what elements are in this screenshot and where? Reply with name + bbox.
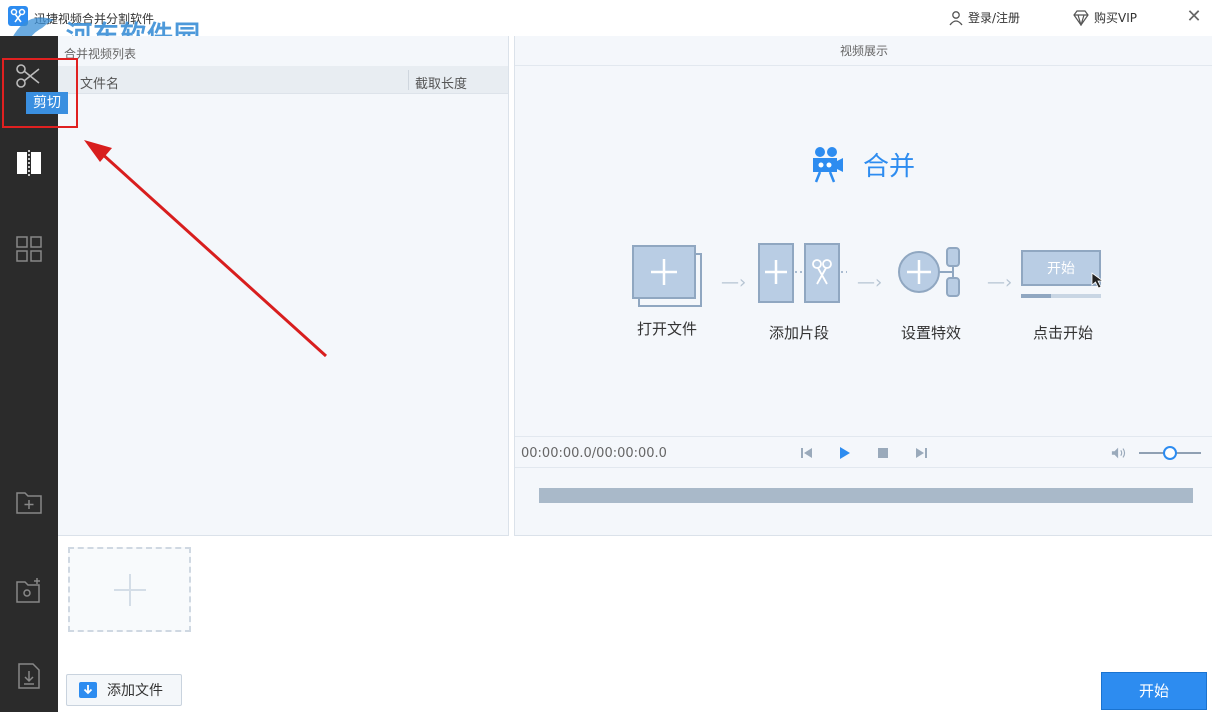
step-open-file-label: 打开文件	[636, 320, 697, 338]
merge-label: 合并	[863, 151, 916, 182]
step-arrow-1: —›	[721, 272, 747, 293]
sidebar-item-grid[interactable]	[9, 229, 49, 269]
stop-icon	[878, 448, 888, 458]
app-logo-icon	[8, 6, 28, 26]
sidebar-item-folder-settings[interactable]	[9, 570, 49, 610]
step-arrow-3: —›	[987, 272, 1013, 293]
step-forward-icon	[916, 448, 927, 458]
playback-controls: 00:00:00.0/00:00:00.0	[515, 436, 1212, 468]
video-preview-panel: 视频展示 合并 打开文件 —› 添加片段 —› 设置特效 —› 开始 点击开始 …	[514, 36, 1212, 536]
film-camera-icon	[813, 147, 843, 183]
add-file-button[interactable]: 添加文件	[66, 674, 182, 706]
highlight-box	[2, 58, 78, 128]
column-file-name[interactable]: 文件名	[80, 73, 119, 92]
speaker-icon	[1111, 447, 1126, 459]
step-back-icon	[801, 448, 812, 458]
video-panel-title: 视频展示	[515, 36, 1212, 66]
merge-heading: 合并	[811, 144, 915, 184]
add-file-icon	[79, 682, 97, 698]
next-frame-button[interactable]	[913, 445, 929, 461]
grid-icon	[16, 236, 42, 262]
step-start-icon: 开始	[1021, 250, 1107, 300]
step-effects-label: 设置特效	[900, 324, 961, 342]
column-divider[interactable]	[408, 70, 409, 90]
add-file-label: 添加文件	[107, 683, 163, 699]
timeline-bar[interactable]	[539, 488, 1193, 503]
buy-vip-link[interactable]: 购买VIP	[1072, 9, 1137, 26]
split-icon	[17, 150, 41, 176]
play-icon	[840, 447, 850, 459]
volume-slider-handle[interactable]	[1163, 446, 1177, 460]
diamond-icon	[1073, 9, 1089, 26]
plus-icon	[113, 573, 146, 606]
step-start-screen-text: 开始	[1047, 261, 1075, 277]
step-start-label: 点击开始	[1032, 324, 1093, 342]
vip-label: 购买VIP	[1094, 11, 1137, 25]
download-file-icon	[18, 663, 40, 689]
user-icon	[949, 10, 963, 25]
login-label: 登录/注册	[968, 11, 1021, 25]
stop-button[interactable]	[875, 445, 891, 461]
start-button[interactable]: 开始	[1101, 672, 1207, 710]
column-clip-length[interactable]: 截取长度	[415, 73, 467, 92]
sidebar	[0, 36, 58, 712]
step-add-clip-icon	[757, 242, 849, 308]
sidebar-item-split[interactable]	[9, 143, 49, 183]
step-open-file-icon	[631, 244, 705, 312]
prev-frame-button[interactable]	[799, 445, 815, 461]
step-add-clip-label: 添加片段	[768, 324, 829, 342]
time-display: 00:00:00.0/00:00:00.0	[521, 446, 667, 461]
folder-settings-icon	[16, 578, 40, 603]
cursor-icon	[1091, 272, 1105, 289]
app-window: 迅捷视频合并分割软件 河东软件园 www.pc0359.cn 登录/注册 购买V…	[0, 0, 1212, 712]
step-effects-icon	[897, 246, 963, 306]
sidebar-item-download[interactable]	[9, 656, 49, 696]
list-header: 文件名 截取长度	[58, 66, 508, 94]
merge-video-list: 合并视频列表 文件名 截取长度	[58, 36, 509, 536]
folder-add-icon	[16, 492, 42, 514]
volume-button[interactable]	[1111, 445, 1127, 461]
close-button[interactable]: ✕	[1184, 7, 1204, 27]
sidebar-item-folder-add[interactable]	[9, 482, 49, 522]
login-link[interactable]: 登录/注册	[948, 9, 1020, 26]
add-video-dropzone[interactable]	[68, 547, 191, 632]
title-bar: 迅捷视频合并分割软件 河东软件园 www.pc0359.cn 登录/注册 购买V…	[0, 0, 1212, 66]
play-button[interactable]	[837, 445, 853, 461]
app-title: 迅捷视频合并分割软件	[34, 12, 155, 26]
step-arrow-2: —›	[857, 272, 883, 293]
